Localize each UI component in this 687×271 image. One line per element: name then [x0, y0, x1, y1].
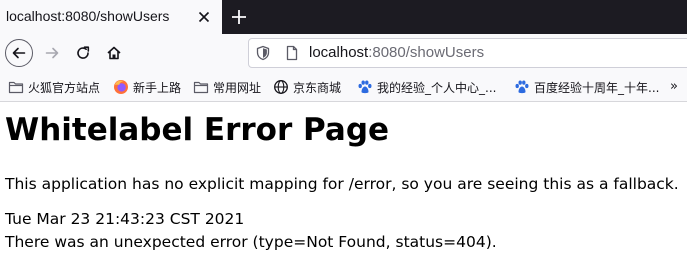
error-timestamp: Tue Mar 23 21:43:23 CST 2021 [5, 210, 245, 228]
bookmark-label: 我的经验_个人中心_... [377, 80, 497, 95]
address-bar[interactable]: localhost:8080/showUsers [248, 38, 687, 68]
bookmark-label: 火狐官方站点 [28, 80, 101, 95]
page-info-icon[interactable] [284, 45, 300, 61]
bookmark-folder-common-sites[interactable]: 常用网址 [193, 78, 261, 96]
shield-icon[interactable] [255, 45, 271, 61]
close-tab-icon[interactable] [196, 9, 212, 25]
bookmarks-toolbar: 火狐官方站点 新手上路 常用网址 京东商城 我的经验_个人中心_... 百度经验… [0, 72, 687, 102]
forward-arrow-icon [45, 47, 59, 59]
bookmark-folder-firefox-official[interactable]: 火狐官方站点 [8, 78, 100, 96]
bookmark-jd-mall[interactable]: 京东商城 [273, 78, 341, 96]
folder-icon [193, 81, 209, 94]
folder-icon [8, 81, 24, 94]
bookmarks-overflow-button[interactable]: » [670, 78, 684, 96]
bookmark-label: 常用网址 [213, 80, 262, 95]
tab-strip: localhost:8080/showUsers [0, 0, 687, 34]
page-title: Whitelabel Error Page [5, 112, 390, 148]
baidu-paw-icon [358, 80, 372, 94]
reload-icon [77, 46, 90, 59]
url-text[interactable]: localhost:8080/showUsers [309, 44, 484, 61]
error-message: There was an unexpected error (type=Not … [5, 233, 497, 251]
home-icon [107, 46, 121, 60]
baidu-paw-icon [515, 80, 529, 94]
firefox-icon [114, 80, 128, 94]
browser-window: localhost:8080/showUsers localhost:8080/… [0, 0, 687, 271]
page-content: Whitelabel Error Page This application h… [0, 102, 687, 271]
back-arrow-icon [12, 47, 26, 59]
url-path: :8080/showUsers [368, 44, 485, 61]
bookmark-baidu-experience-anniversary[interactable]: 百度经验十周年_十年... [514, 78, 659, 96]
url-host: localhost [309, 44, 369, 61]
reload-button[interactable] [69, 39, 97, 67]
navigation-toolbar: localhost:8080/showUsers [0, 34, 687, 72]
bookmark-label: 新手上路 [133, 80, 182, 95]
tab-title: localhost:8080/showUsers [6, 8, 170, 24]
bookmark-my-experience[interactable]: 我的经验_个人中心_... [357, 78, 496, 96]
bookmark-getting-started[interactable]: 新手上路 [113, 78, 181, 96]
bookmark-label: 京东商城 [293, 80, 342, 95]
bookmark-label: 百度经验十周年_十年... [534, 80, 660, 95]
forward-button[interactable] [38, 39, 66, 67]
tab-active[interactable]: localhost:8080/showUsers [0, 0, 222, 34]
home-button[interactable] [100, 39, 128, 67]
globe-icon [274, 80, 288, 94]
new-tab-icon[interactable] [229, 7, 249, 27]
error-explanation: This application has no explicit mapping… [5, 175, 679, 193]
back-button[interactable] [5, 39, 33, 67]
